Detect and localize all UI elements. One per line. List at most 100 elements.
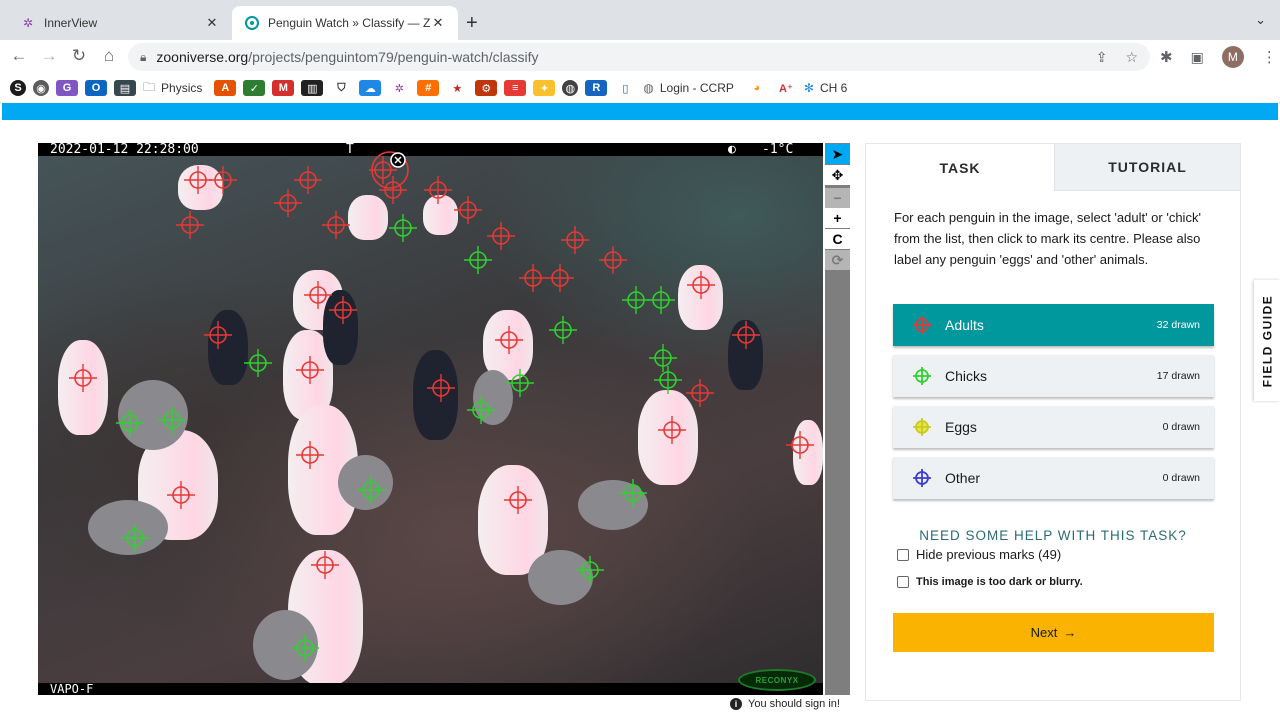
chevron-down-icon[interactable]: ⌄ [1255,12,1266,28]
chick-mark[interactable] [654,366,682,394]
chick-mark[interactable] [158,406,186,434]
tool-eggs[interactable]: Eggs 0 drawn [893,406,1214,448]
extensions-icon[interactable]: ✱ [1160,48,1173,66]
chick-mark[interactable] [506,369,534,397]
side-panel-icon[interactable]: ▣ [1191,49,1204,66]
delete-mark-icon[interactable] [390,152,406,168]
zoom-in-icon[interactable]: + [825,208,850,228]
adult-mark[interactable] [786,431,814,459]
adult-mark[interactable] [658,416,686,444]
bookmark-a-icon[interactable]: A [214,80,237,96]
bookmark-ch6[interactable]: ✻ CH 6 [804,81,847,95]
adult-mark[interactable] [495,326,523,354]
adult-mark[interactable] [274,189,302,217]
checkbox-box[interactable] [897,548,909,561]
chick-mark[interactable] [244,349,272,377]
zoom-out-icon[interactable]: − [825,188,850,208]
back-arrow-icon[interactable]: ← [8,46,30,66]
tab-innerview[interactable]: ✲ InnerView ✕ [8,6,232,40]
adult-mark[interactable] [561,226,589,254]
bookmark-aplus-icon[interactable]: A⁺ [774,80,797,96]
adult-mark[interactable] [504,486,532,514]
bookmark-m-icon[interactable]: M [272,80,295,96]
field-guide-tab[interactable]: FIELD GUIDE [1254,280,1280,401]
adult-mark[interactable] [519,264,547,292]
avatar[interactable]: M [1221,46,1244,68]
adult-mark[interactable] [427,374,455,402]
sign-in-notice[interactable]: i You should sign in! [730,698,840,710]
tab-penguin-watch[interactable]: Penguin Watch » Classify — Zo ✕ [232,6,458,40]
adult-mark[interactable] [204,321,232,349]
kebab-menu-icon[interactable]: ⋮ [1262,48,1277,66]
move-tool-icon[interactable]: ✥ [825,165,850,185]
bookmark-layers-icon[interactable]: ≡ [504,80,527,96]
close-tab-icon[interactable]: ✕ [204,15,220,31]
bookmark-chrome-icon[interactable]: ◕ [745,80,768,96]
checkbox-box[interactable] [897,576,909,588]
bookmark-book-icon[interactable]: ▥ [301,80,324,96]
adult-mark[interactable] [167,481,195,509]
chick-mark[interactable] [467,396,495,424]
bookmark-grid-icon[interactable]: # [417,80,440,96]
tool-other[interactable]: Other 0 drawn [893,457,1214,499]
adult-mark[interactable] [454,196,482,224]
bookmark-physics[interactable]: 🗀 Physics [143,78,202,99]
bookmark-innerview-icon[interactable]: ✲ [388,80,411,96]
new-tab-icon[interactable]: + [466,12,478,35]
bookmark-r-icon[interactable]: R [585,80,608,96]
adult-mark[interactable] [546,264,574,292]
chick-mark[interactable] [647,286,675,314]
cursor-tool-icon[interactable]: ➤ [825,144,850,164]
chick-mark[interactable] [116,409,144,437]
adult-mark[interactable] [184,166,212,194]
tool-adults[interactable]: Adults 32 drawn [893,304,1214,346]
adult-mark[interactable] [176,211,204,239]
address-bar[interactable]: 🔒︎ zooniverse.org/projects/penguintom79/… [128,43,1150,71]
adult-mark[interactable] [209,166,237,194]
chick-mark[interactable] [576,556,604,584]
chick-mark[interactable] [619,479,647,507]
hide-marks-checkbox[interactable]: Hide previous marks (49) [897,547,1061,562]
home-icon[interactable]: ⌂ [98,46,120,66]
bookmark-star-icon[interactable]: ★ [446,80,469,96]
adult-mark[interactable] [322,211,350,239]
adult-mark[interactable] [296,441,324,469]
tab-tutorial[interactable]: TUTORIAL [1054,144,1240,191]
bookmark-s-icon[interactable]: S [10,80,26,96]
adult-mark[interactable] [599,246,627,274]
bookmark-outlook-icon[interactable]: O [85,80,107,96]
bookmark-shield-icon[interactable]: ⛉ [330,80,353,96]
adult-mark[interactable] [329,296,357,324]
chick-mark[interactable] [622,286,650,314]
bookmark-globe-icon[interactable]: ◉ [33,80,49,96]
adult-mark[interactable] [424,176,452,204]
bookmark-puzzle-icon[interactable]: ✦ [533,80,556,96]
chick-mark[interactable] [649,344,677,372]
adult-mark[interactable] [487,222,515,250]
close-tab-icon[interactable]: ✕ [430,15,446,31]
help-link[interactable]: NEED SOME HELP WITH THIS TASK? [866,528,1240,543]
adult-mark[interactable] [732,321,760,349]
chick-mark[interactable] [464,246,492,274]
too-dark-checkbox[interactable]: This image is too dark or blurry. [897,576,1083,588]
chick-mark[interactable] [357,476,385,504]
subject-viewer[interactable]: 2022-01-12 22:28:00 T ◐ -1°C VAPO-F RECO… [38,143,823,695]
adult-mark[interactable] [69,364,97,392]
chick-mark[interactable] [389,214,417,242]
chick-mark[interactable] [291,634,319,662]
bookmark-login-ccrp[interactable]: ◍ Login - CCRP [643,81,734,95]
bookmark-g-icon[interactable]: G [56,80,78,96]
adult-mark[interactable] [304,281,332,309]
bookmark-check-icon[interactable]: ✓ [243,80,266,96]
adult-mark[interactable] [294,166,322,194]
next-button[interactable]: Next → [893,613,1214,652]
adult-mark[interactable] [687,271,715,299]
rotate-icon[interactable]: ⟳ [825,250,850,270]
classification-marks[interactable] [38,143,823,695]
star-icon[interactable]: ☆ [1125,49,1138,66]
share-icon[interactable]: ⇪ [1096,49,1108,66]
forward-arrow-icon[interactable]: → [38,46,60,66]
tool-chicks[interactable]: Chicks 17 drawn [893,355,1214,397]
bookmark-cloud-icon[interactable]: ☁ [359,80,382,96]
tab-task[interactable]: TASK [866,144,1054,191]
